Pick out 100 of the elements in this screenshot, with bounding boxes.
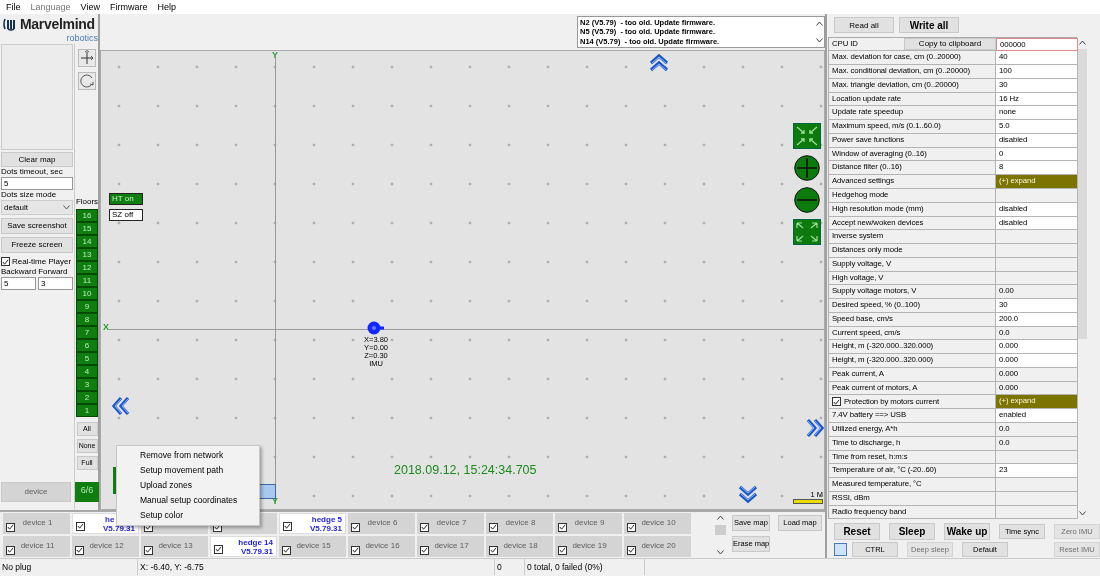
color-swatch[interactable] bbox=[834, 542, 847, 556]
device-tile[interactable]: device 19 bbox=[555, 535, 622, 557]
menu-item[interactable]: View bbox=[75, 1, 105, 12]
checkbox[interactable] bbox=[627, 522, 636, 532]
expand-icon[interactable] bbox=[793, 218, 821, 245]
shrink-icon[interactable] bbox=[793, 122, 821, 149]
axis-label: X bbox=[103, 322, 109, 332]
scroll-down-icon[interactable] bbox=[815, 37, 823, 43]
save-screenshot-button[interactable]: Save screenshot bbox=[1, 217, 73, 234]
beacon-marker-icon[interactable] bbox=[367, 320, 385, 335]
menu-item[interactable]: Help bbox=[152, 1, 181, 12]
double-chevron-right-icon[interactable] bbox=[805, 417, 824, 438]
checkbox[interactable] bbox=[76, 521, 85, 531]
input-field[interactable]: 3 bbox=[38, 276, 73, 290]
device-tile[interactable]: device 7 bbox=[417, 512, 484, 534]
double-chevron-down-icon[interactable] bbox=[738, 483, 758, 504]
clear-map-button[interactable]: Clear map bbox=[1, 151, 73, 167]
axis-label: Y bbox=[272, 50, 278, 60]
status-text: No plug bbox=[0, 559, 138, 576]
scroll-down-icon[interactable] bbox=[716, 549, 724, 555]
read-all-button[interactable]: Read all bbox=[834, 17, 894, 34]
checkbox[interactable] bbox=[351, 522, 360, 532]
device-tile[interactable]: device 12 bbox=[72, 535, 139, 557]
device-tile[interactable]: device 16 bbox=[348, 535, 415, 557]
status-text: X: -6.40, Y: -6.75 bbox=[138, 559, 495, 576]
toggle-label[interactable]: SZ off bbox=[109, 208, 143, 221]
floors-label: Floors bbox=[75, 196, 99, 207]
checkbox[interactable] bbox=[214, 544, 223, 554]
toggle-label[interactable]: HT on bbox=[109, 192, 143, 205]
field-label: Forward bbox=[38, 266, 68, 277]
checkbox[interactable] bbox=[6, 522, 15, 532]
scroll-up-icon[interactable] bbox=[716, 514, 724, 520]
device-tile[interactable]: device 18 bbox=[486, 535, 553, 557]
checkbox[interactable] bbox=[558, 545, 567, 555]
rotate-icon[interactable] bbox=[78, 71, 96, 90]
field-label: Backward bbox=[1, 266, 37, 277]
axes-icon[interactable] bbox=[78, 48, 96, 67]
logo-tagline: robotics bbox=[66, 33, 98, 43]
device-command-button[interactable]: Wake up bbox=[944, 522, 990, 540]
status-text: 0 total, 0 failed (0%) bbox=[525, 559, 645, 576]
device-command-button[interactable]: Sleep bbox=[889, 522, 935, 540]
device-tile[interactable]: device 9 bbox=[555, 512, 622, 534]
checkbox[interactable] bbox=[558, 522, 567, 532]
double-chevron-left-icon[interactable] bbox=[111, 395, 131, 416]
input-field[interactable]: 5 bbox=[1, 176, 73, 190]
input-field[interactable]: 5 bbox=[1, 276, 36, 290]
scroll-up-icon[interactable] bbox=[1079, 39, 1086, 45]
checkbox-label[interactable]: Real-time Player bbox=[12, 256, 72, 267]
freeze-screen-button[interactable]: Freeze screen bbox=[1, 236, 73, 253]
checkbox[interactable] bbox=[420, 545, 429, 555]
menu-item[interactable]: Upload zones bbox=[117, 477, 259, 493]
device-tile[interactable]: device 1 bbox=[3, 512, 70, 534]
dropdown[interactable]: default bbox=[1, 199, 73, 215]
checkbox[interactable] bbox=[75, 545, 84, 555]
checkbox[interactable] bbox=[489, 545, 498, 555]
checkbox[interactable] bbox=[627, 545, 636, 555]
scrollbar-thumb[interactable] bbox=[714, 524, 726, 535]
logo-text: Marvelmind bbox=[20, 15, 95, 32]
checkbox[interactable] bbox=[489, 522, 498, 532]
device-tile[interactable]: device 20 bbox=[624, 535, 691, 557]
copy-button[interactable]: Copy to clipboard bbox=[904, 37, 996, 50]
field-label: Dots size mode bbox=[1, 189, 58, 200]
field-label: Dots timeout, sec bbox=[1, 166, 64, 177]
checkbox[interactable] bbox=[144, 545, 153, 555]
waves-icon bbox=[2, 16, 18, 31]
device-button[interactable]: device bbox=[1, 481, 71, 502]
device-tile[interactable]: device 15 bbox=[279, 535, 346, 557]
device-tile[interactable]: device 17 bbox=[417, 535, 484, 557]
double-chevron-up-icon[interactable] bbox=[649, 52, 669, 73]
checkbox[interactable] bbox=[420, 522, 429, 532]
zoom-in-icon[interactable] bbox=[793, 154, 821, 181]
scrollbar-thumb[interactable] bbox=[1078, 48, 1087, 339]
menu-item[interactable]: Remove from network bbox=[117, 447, 259, 463]
floor-count: 6/6 bbox=[75, 481, 99, 502]
zoom-out-icon[interactable] bbox=[793, 186, 821, 213]
menu-item[interactable]: Setup movement path bbox=[117, 462, 259, 478]
device-tile[interactable]: device 8 bbox=[486, 512, 553, 534]
write-all-button[interactable]: Write all bbox=[899, 17, 959, 34]
scroll-up-icon[interactable] bbox=[815, 20, 823, 26]
device-tile[interactable]: hedge 14 V5.79.31 bbox=[210, 535, 277, 557]
device-tile[interactable]: device 10 bbox=[624, 512, 691, 534]
device-tile[interactable]: device 6 bbox=[348, 512, 415, 534]
device-tile[interactable]: hedge 5 V5.79.31 bbox=[279, 512, 346, 534]
menu-item[interactable]: Manual setup coordinates bbox=[117, 492, 259, 508]
checkbox[interactable] bbox=[283, 521, 292, 531]
floor-button[interactable]: 16 bbox=[76, 208, 98, 222]
timestamp-text: 2018.09.12, 15:24:34.705 bbox=[394, 462, 537, 477]
caret-icon bbox=[63, 204, 70, 210]
device-tile[interactable]: device 13 bbox=[141, 535, 208, 557]
menu-item[interactable]: File bbox=[1, 1, 26, 12]
device-command-button[interactable]: Reset bbox=[834, 522, 880, 540]
checkbox[interactable] bbox=[282, 545, 291, 555]
checkbox[interactable] bbox=[1, 257, 10, 267]
device-tile[interactable]: device 11 bbox=[3, 535, 70, 557]
checkbox[interactable] bbox=[351, 545, 360, 555]
checkbox[interactable] bbox=[6, 545, 15, 555]
checkbox[interactable] bbox=[832, 397, 841, 407]
scroll-down-icon[interactable] bbox=[1079, 510, 1086, 516]
menu-item[interactable]: Firmware bbox=[104, 1, 153, 12]
scale-bar bbox=[793, 498, 823, 504]
